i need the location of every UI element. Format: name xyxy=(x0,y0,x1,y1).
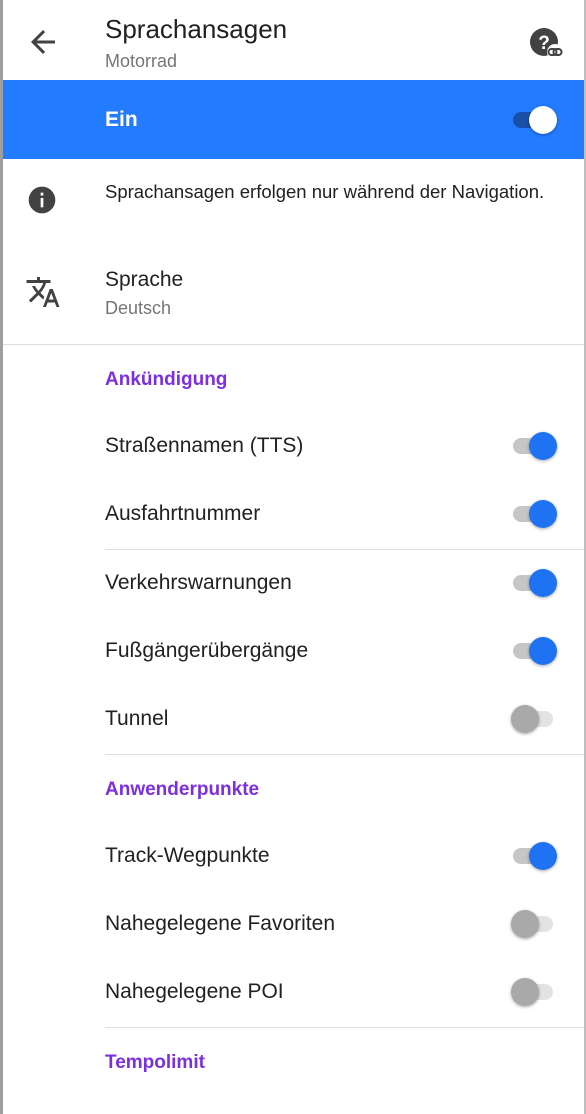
divider xyxy=(3,344,584,345)
page-subtitle: Motorrad xyxy=(105,51,178,71)
divider xyxy=(105,754,584,755)
info-icon xyxy=(26,184,58,216)
setting-label: Nahegelegene Favoriten xyxy=(105,912,335,935)
setting-row-pedestrian-crossings[interactable]: Fußgängerübergänge xyxy=(3,618,584,686)
setting-row-exit-number[interactable]: Ausfahrtnummer xyxy=(3,481,584,549)
exit-number-toggle[interactable] xyxy=(511,498,557,528)
section-title-user-points: Anwenderpunkte xyxy=(105,779,260,800)
toggle-thumb xyxy=(529,432,557,460)
setting-label: Straßennamen (TTS) xyxy=(105,434,304,457)
divider xyxy=(105,1027,584,1028)
setting-row-tunnel[interactable]: Tunnel xyxy=(3,686,584,754)
info-text: Sprachansagen erfolgen nur während der N… xyxy=(105,181,545,202)
section-title-announcement: Ankündigung xyxy=(105,369,228,390)
tunnel-toggle[interactable] xyxy=(511,703,557,733)
master-switch-label: Ein xyxy=(105,108,138,131)
back-button[interactable] xyxy=(25,24,61,60)
setting-row-nearby-favorites[interactable]: Nahegelegene Favoriten xyxy=(3,891,584,959)
track-waypoints-toggle[interactable] xyxy=(511,840,557,870)
toggle-thumb xyxy=(529,569,557,597)
arrow-left-icon xyxy=(31,30,55,54)
app-bar: Sprachansagen Motorrad ? xyxy=(3,0,584,80)
language-title: Sprache xyxy=(105,268,184,291)
toggle-thumb xyxy=(529,842,557,870)
translate-icon xyxy=(25,274,61,310)
section-title-speed-limit: Tempolimit xyxy=(105,1052,205,1073)
help-button[interactable]: ? xyxy=(526,24,566,64)
toggle-thumb xyxy=(529,106,557,134)
setting-label: Fußgängerübergänge xyxy=(105,639,309,662)
setting-row-street-names[interactable]: Straßennamen (TTS) xyxy=(3,413,584,481)
setting-label: Tunnel xyxy=(105,707,169,730)
toggle-thumb xyxy=(511,978,539,1006)
setting-row-nearby-poi[interactable]: Nahegelegene POI xyxy=(3,959,584,1027)
setting-label: Nahegelegene POI xyxy=(105,980,284,1003)
toggle-thumb xyxy=(511,705,539,733)
nearby-poi-toggle[interactable] xyxy=(511,976,557,1006)
traffic-warnings-toggle[interactable] xyxy=(511,567,557,597)
setting-row-track-waypoints[interactable]: Track-Wegpunkte xyxy=(3,823,584,891)
setting-label: Track-Wegpunkte xyxy=(105,844,270,867)
master-switch-bar[interactable]: Ein xyxy=(3,80,584,159)
language-row[interactable]: Sprache Deutsch xyxy=(3,252,584,342)
help-link-icon: ? xyxy=(530,28,563,60)
setting-row-traffic-warnings[interactable]: Verkehrswarnungen xyxy=(3,550,584,618)
toggle-thumb xyxy=(529,500,557,528)
toggle-thumb xyxy=(511,910,539,938)
setting-label: Ausfahrtnummer xyxy=(105,502,261,525)
toggle-thumb xyxy=(529,637,557,665)
master-toggle[interactable] xyxy=(511,104,557,134)
pedestrian-crossings-toggle[interactable] xyxy=(511,635,557,665)
page-title: Sprachansagen xyxy=(105,14,288,44)
language-value: Deutsch xyxy=(105,298,172,318)
setting-label: Verkehrswarnungen xyxy=(105,571,292,594)
nearby-favorites-toggle[interactable] xyxy=(511,908,557,938)
street-names-toggle[interactable] xyxy=(511,430,557,460)
